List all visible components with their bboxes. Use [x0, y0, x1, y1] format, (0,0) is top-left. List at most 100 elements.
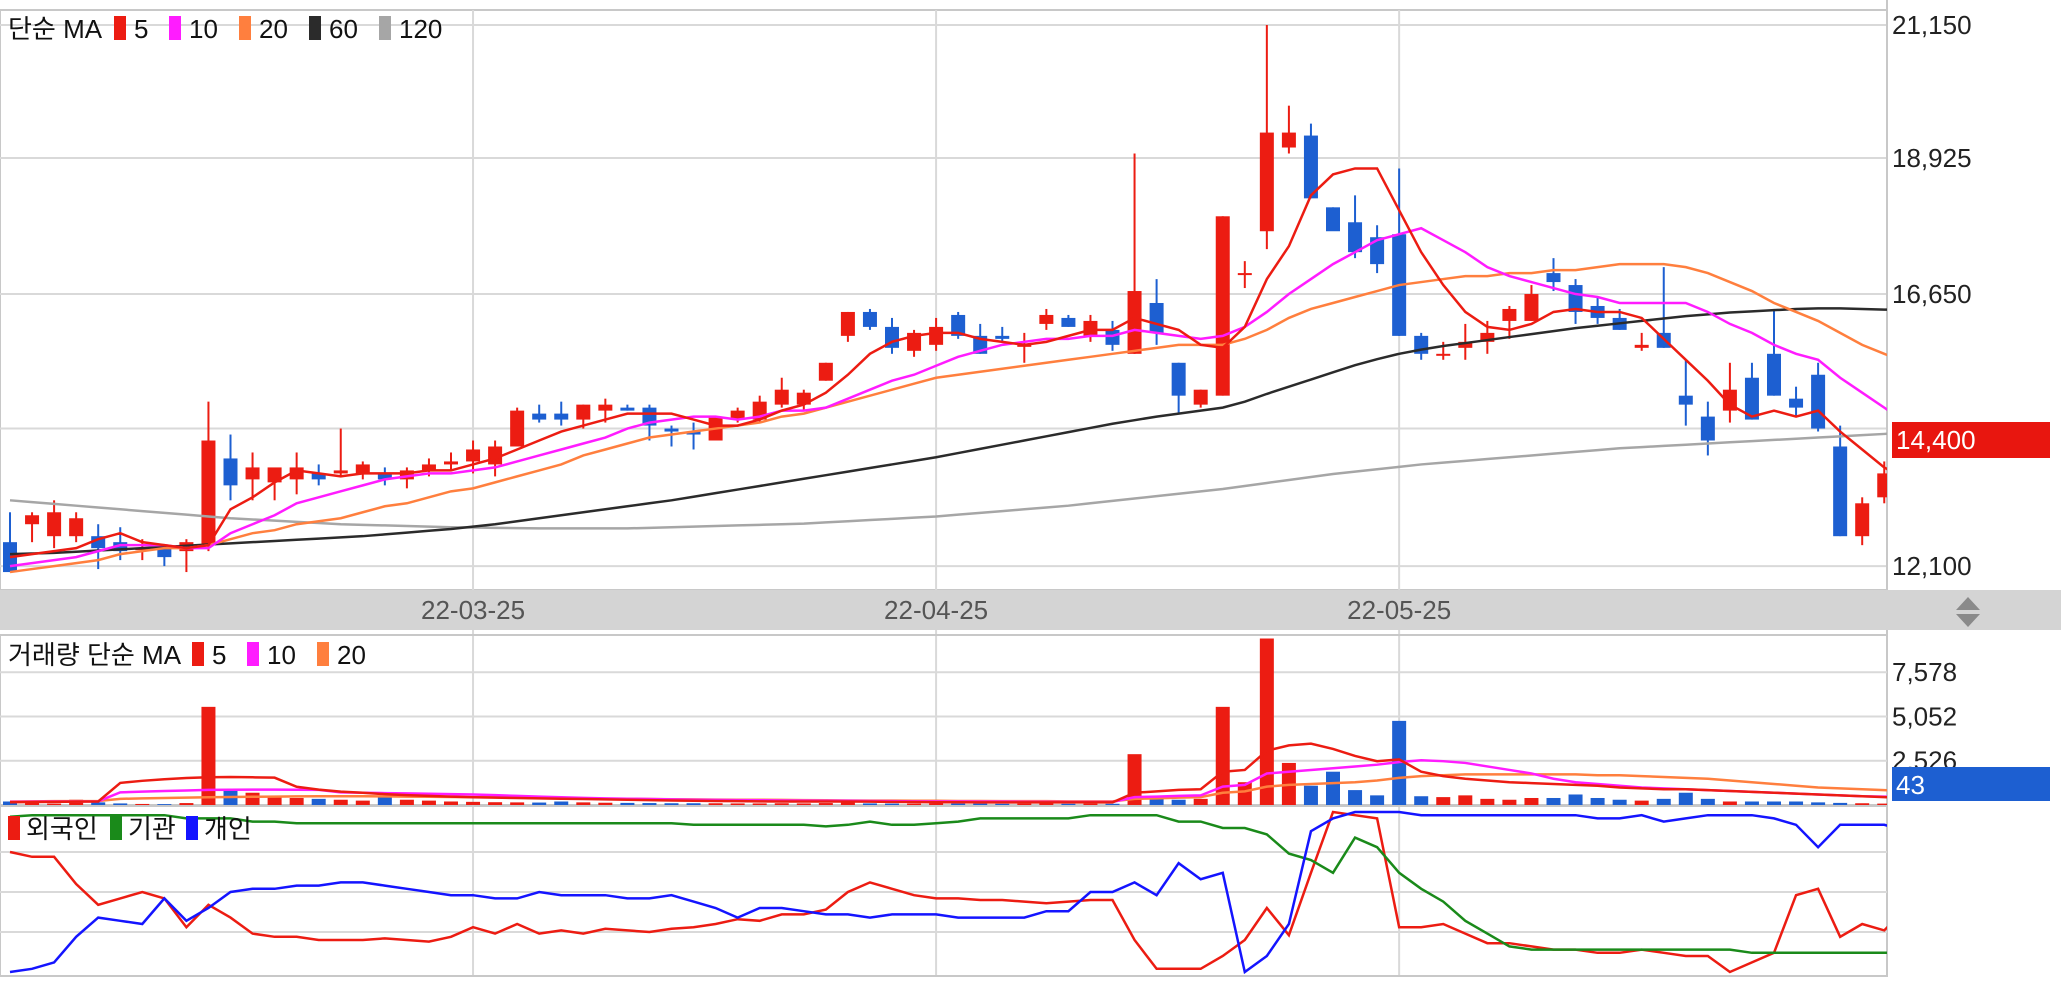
volume-bar: [1568, 794, 1583, 805]
investor-line: [9, 813, 1887, 955]
volume-bar: [1700, 798, 1715, 805]
date-tick-label: 22-03-25: [421, 595, 525, 625]
candle-body: [355, 464, 370, 474]
candle-body: [1039, 314, 1054, 324]
volume-bar: [1744, 801, 1759, 805]
current-volume-label: 43: [1896, 770, 1925, 800]
volume-bar: [1303, 785, 1318, 805]
candle-body: [1259, 132, 1274, 232]
legend-label: 60: [329, 14, 358, 44]
candle-body: [1083, 320, 1098, 336]
date-axis-band: [0, 590, 2061, 630]
volume-bar: [1326, 771, 1340, 805]
candle-body: [598, 404, 613, 411]
ma-line-20: [9, 262, 1887, 574]
volume-bar: [1634, 800, 1649, 805]
volume-bar: [995, 803, 1010, 805]
candle-body: [1855, 503, 1870, 537]
price-tick-label: 18,925: [1892, 143, 1972, 173]
volume-bar: [47, 803, 62, 805]
price-grid: [0, 0, 1888, 976]
candle-body: [554, 413, 569, 420]
volume-bar: [620, 802, 635, 805]
legend-swatch: [247, 642, 259, 666]
candle-body: [201, 440, 216, 546]
volume-bar: [885, 803, 899, 805]
volume-bar: [421, 800, 436, 805]
volume-tick-label: 5,052: [1892, 701, 1957, 731]
price-tick-label: 21,150: [1892, 10, 1972, 40]
price-y-axis: 21,150 18,925 16,650 12,100: [1892, 10, 1972, 581]
volume-bar: [1921, 804, 1935, 805]
candle-body: [1502, 308, 1517, 321]
candle-body: [1127, 291, 1142, 354]
volume-bar: [1215, 706, 1230, 805]
price-plot[interactable]: [3, 24, 1935, 574]
legend-swatch: [309, 16, 321, 40]
volume-bar: [135, 803, 150, 805]
candle-body: [1149, 302, 1164, 333]
volume-bar: [179, 803, 194, 805]
legend-label: 5: [134, 14, 148, 44]
ma-line-120: [9, 432, 1887, 530]
volume-bar: [1458, 795, 1473, 805]
candle-body: [929, 326, 944, 345]
current-price-badge: 14,400: [1892, 422, 2050, 458]
candle-body: [664, 428, 679, 432]
volume-bar: [576, 802, 591, 805]
candle-body: [1877, 473, 1887, 498]
candle-body: [995, 335, 1010, 339]
volume-bar: [1171, 799, 1186, 805]
volume-bar: [708, 803, 723, 805]
stock-chart[interactable]: 21,15018,92516,65012,100 7,5785,0522,526…: [0, 0, 2061, 981]
volume-bar: [399, 799, 414, 805]
candle-body: [1634, 344, 1649, 348]
volume-bar: [752, 803, 767, 805]
legend-swatch: [192, 642, 204, 666]
volume-bar: [1502, 799, 1517, 805]
volume-legend-title: 거래량 단순 MA: [8, 640, 182, 670]
candle-body: [1700, 416, 1715, 441]
volume-bar: [642, 803, 657, 805]
legend-label: 5: [212, 640, 226, 670]
volume-bar: [466, 801, 481, 805]
volume-bar: [1855, 803, 1870, 805]
price-legend: 단순 MA 5 10 20 60 120: [8, 14, 442, 44]
volume-bar: [1524, 797, 1539, 805]
candle-body: [1921, 458, 1935, 479]
investor-legend: 외국인 기관 개인: [8, 814, 252, 844]
legend-swatch: [186, 816, 198, 840]
volume-bar: [686, 803, 701, 805]
legend-label: 20: [259, 14, 288, 44]
candle-body: [444, 461, 458, 465]
candle-body: [1767, 353, 1781, 396]
volume-bar: [730, 803, 745, 805]
volume-bar: [774, 803, 789, 805]
volume-bar: [1193, 798, 1208, 805]
candle-body: [1546, 273, 1561, 283]
candle-body: [862, 311, 877, 327]
candle-body: [840, 311, 855, 336]
candle-body: [1436, 353, 1451, 356]
volume-ma-line-5: [9, 742, 1887, 804]
candle-body: [69, 518, 84, 537]
volume-bar: [1259, 638, 1274, 805]
volume-bar: [488, 802, 503, 805]
candle-body: [510, 410, 525, 447]
candle-body: [1215, 216, 1230, 396]
volume-bar: [1414, 796, 1429, 805]
volume-bar: [796, 803, 811, 805]
volume-bar: [1061, 803, 1076, 805]
volume-bar: [1656, 798, 1671, 805]
volume-bar: [333, 799, 348, 805]
volume-bar: [1833, 802, 1848, 805]
volume-bar: [532, 802, 547, 805]
candle-body: [1105, 329, 1120, 345]
candle-body: [1326, 207, 1340, 232]
candle-body: [47, 512, 62, 537]
legend-swatch: [379, 16, 391, 40]
candle-body: [1281, 132, 1296, 148]
legend-label: 외국인: [26, 814, 98, 844]
legend-label: 개인: [204, 814, 252, 844]
legend-label: 20: [337, 640, 366, 670]
